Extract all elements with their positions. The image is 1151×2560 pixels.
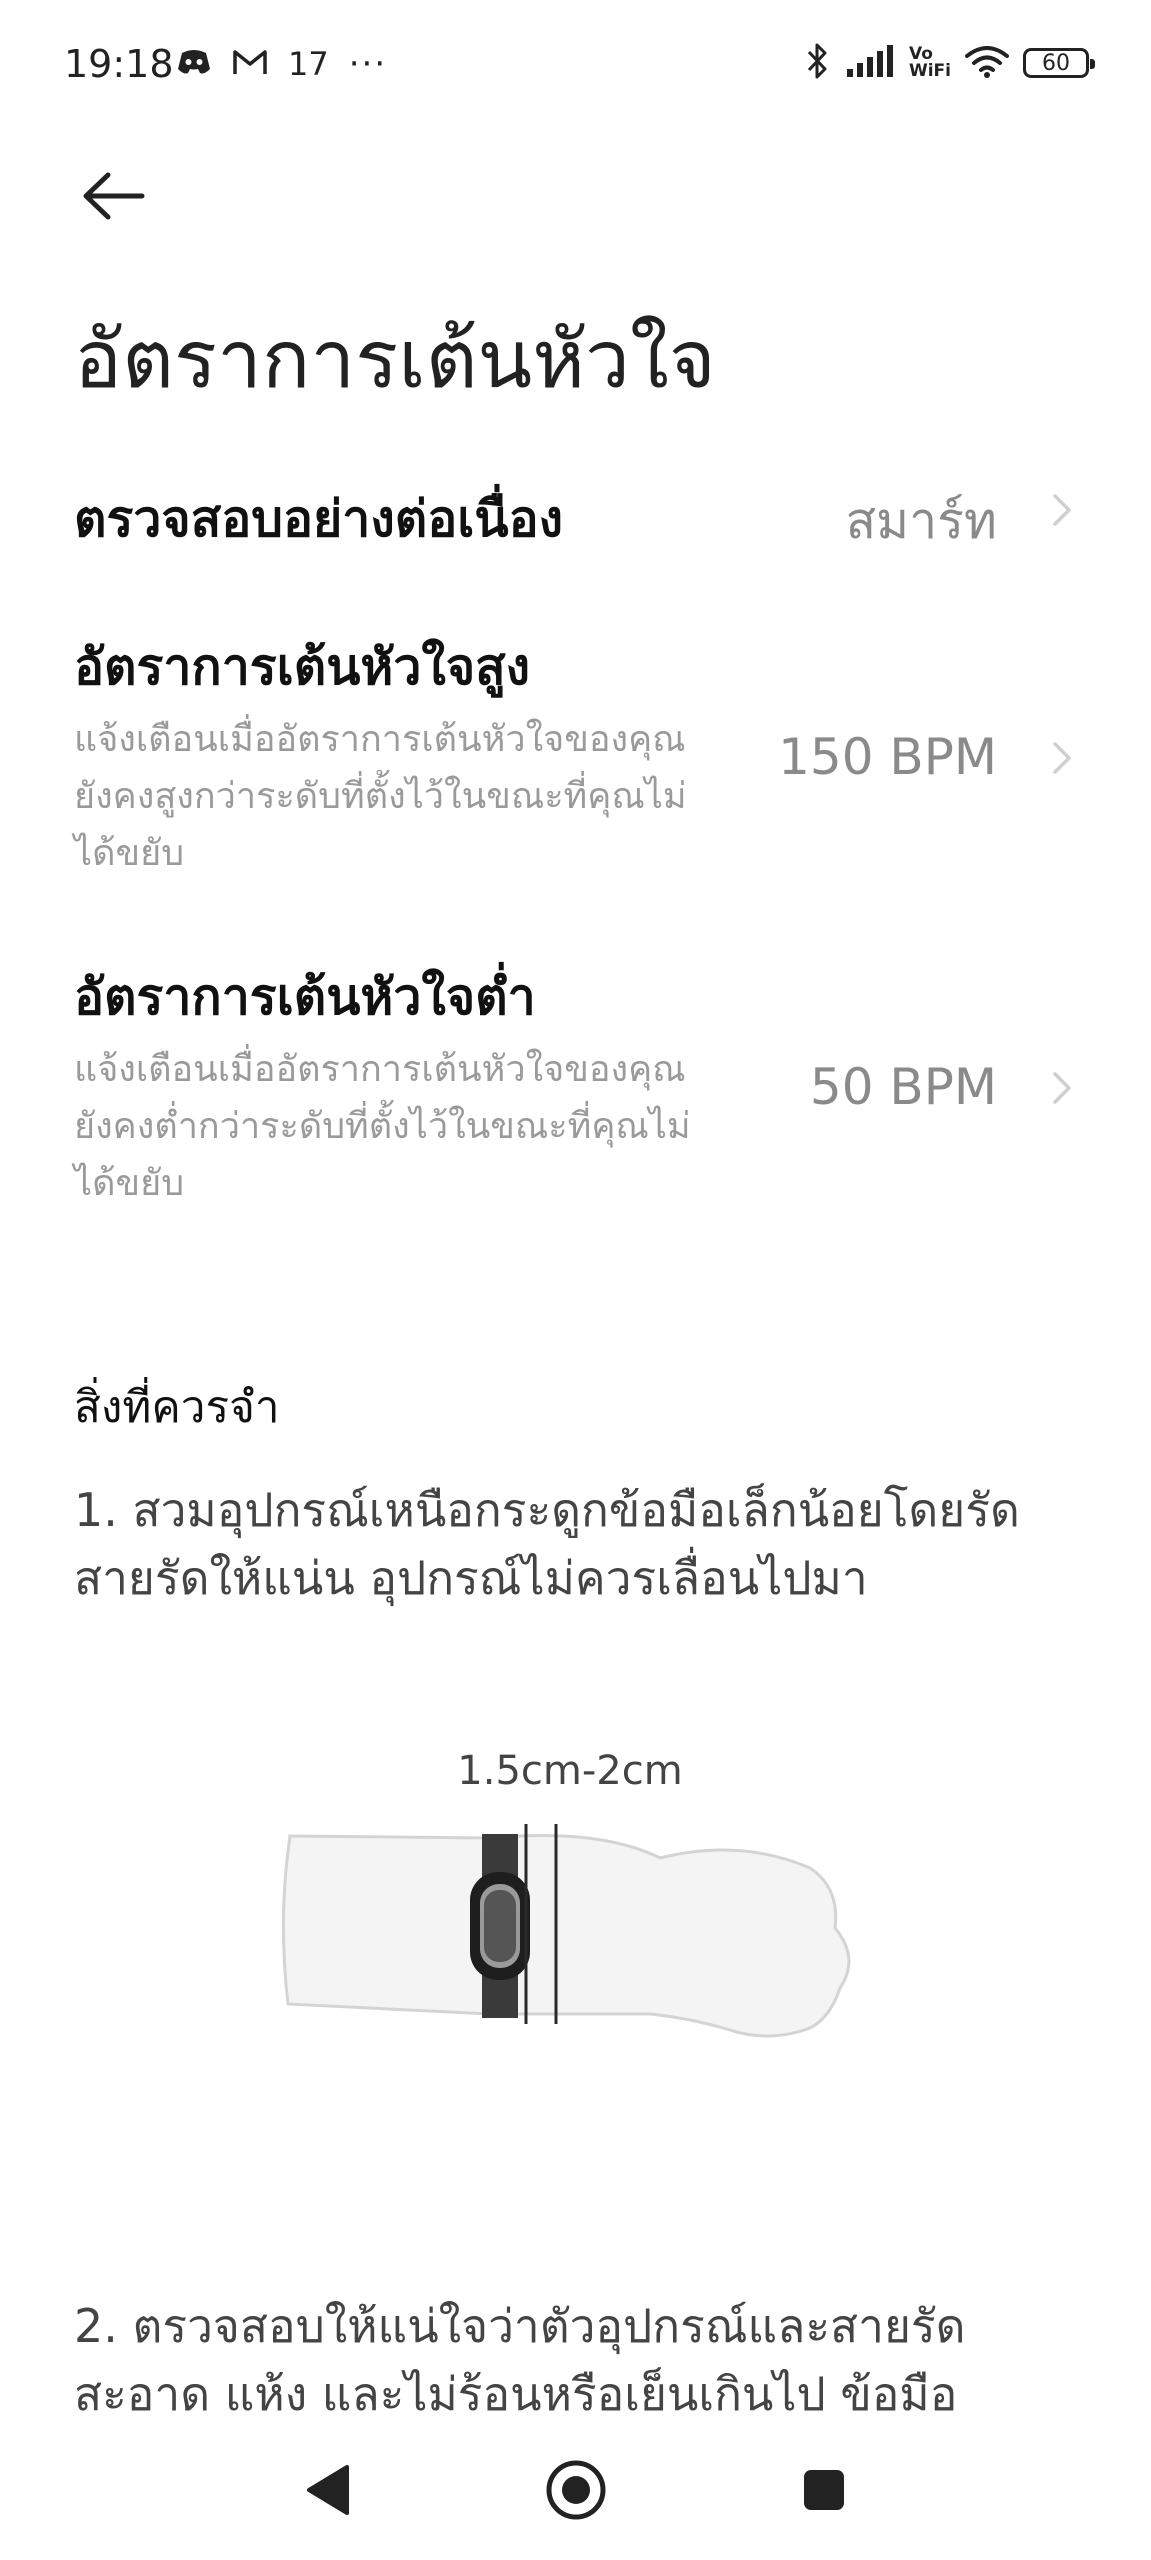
back-button[interactable] — [78, 160, 150, 232]
tip-item-2: 2. ตรวจสอบให้แน่ใจว่าตัวอุปกรณ์และสายรัด… — [74, 2299, 966, 2421]
nav-back-button[interactable] — [288, 2450, 368, 2530]
chevron-right-icon — [1053, 494, 1071, 526]
gmail-icon — [232, 48, 268, 80]
setting-value: สมาร์ท — [845, 492, 997, 550]
chevron-right-icon — [1053, 742, 1071, 774]
more-notifications-icon: ··· — [348, 44, 388, 84]
setting-row-high-heart-rate[interactable]: อัตราการเต้นหัวใจสูง แจ้งเตือนเมื่ออัตรา… — [74, 628, 1077, 898]
system-icons: Vo WiFi 60 — [805, 42, 1095, 84]
setting-row-low-heart-rate[interactable]: อัตราการเต้นหัวใจต่ำ แจ้งเตือนเมื่ออัตรา… — [74, 958, 1077, 1228]
setting-description: แจ้งเตือนเมื่ออัตราการเต้นหัวใจของคุณยัง… — [74, 1049, 691, 1204]
setting-title: อัตราการเต้นหัวใจสูง — [74, 638, 531, 696]
arrow-left-icon — [83, 172, 145, 220]
nav-recents-button[interactable] — [784, 2450, 864, 2530]
back-triangle-icon — [307, 2465, 349, 2515]
tip-item-1: 1. สวมอุปกรณ์เหนือกระดูกข้อมือเล็กน้อยโด… — [74, 1483, 1020, 1605]
nav-home-button[interactable] — [536, 2450, 616, 2530]
wifi-icon — [965, 44, 1009, 82]
navigation-bar — [0, 2420, 1151, 2560]
discord-icon — [176, 47, 212, 81]
page-title: อัตราการเต้นหัวใจ — [74, 313, 716, 406]
battery-level: 60 — [1042, 50, 1070, 76]
status-time: 19:18 — [64, 42, 174, 86]
illustration-label: 1.5cm-2cm — [457, 1748, 683, 1794]
notification-icons: 17 ··· — [176, 44, 387, 84]
wifi-label: WiFi — [908, 61, 951, 81]
setting-title: อัตราการเต้นหัวใจต่ำ — [74, 968, 536, 1026]
notification-count: 17 — [288, 45, 329, 83]
setting-value: 150 BPM — [778, 728, 997, 786]
wrist-band-illustration — [281, 1824, 851, 2038]
recents-square-icon — [804, 2470, 844, 2510]
setting-value: 50 BPM — [809, 1058, 997, 1116]
bluetooth-icon — [805, 42, 831, 84]
signal-icon — [845, 45, 895, 81]
tips-heading: สิ่งที่ควรจำ — [74, 1382, 280, 1433]
setting-description: แจ้งเตือนเมื่ออัตราการเต้นหัวใจของคุณยัง… — [74, 719, 687, 874]
wrist-illustration: 1.5cm-2cm — [270, 1748, 870, 2058]
vowifi-icon: Vo WiFi — [909, 46, 951, 80]
status-bar: 19:18 17 ··· Vo WiFi 60 — [0, 0, 1151, 140]
home-circle-icon — [546, 2460, 606, 2520]
setting-row-continuous-monitoring[interactable]: ตรวจสอบอย่างต่อเนื่อง สมาร์ท — [74, 470, 1077, 570]
battery-icon: 60 — [1023, 48, 1095, 78]
chevron-right-icon — [1053, 1072, 1071, 1104]
